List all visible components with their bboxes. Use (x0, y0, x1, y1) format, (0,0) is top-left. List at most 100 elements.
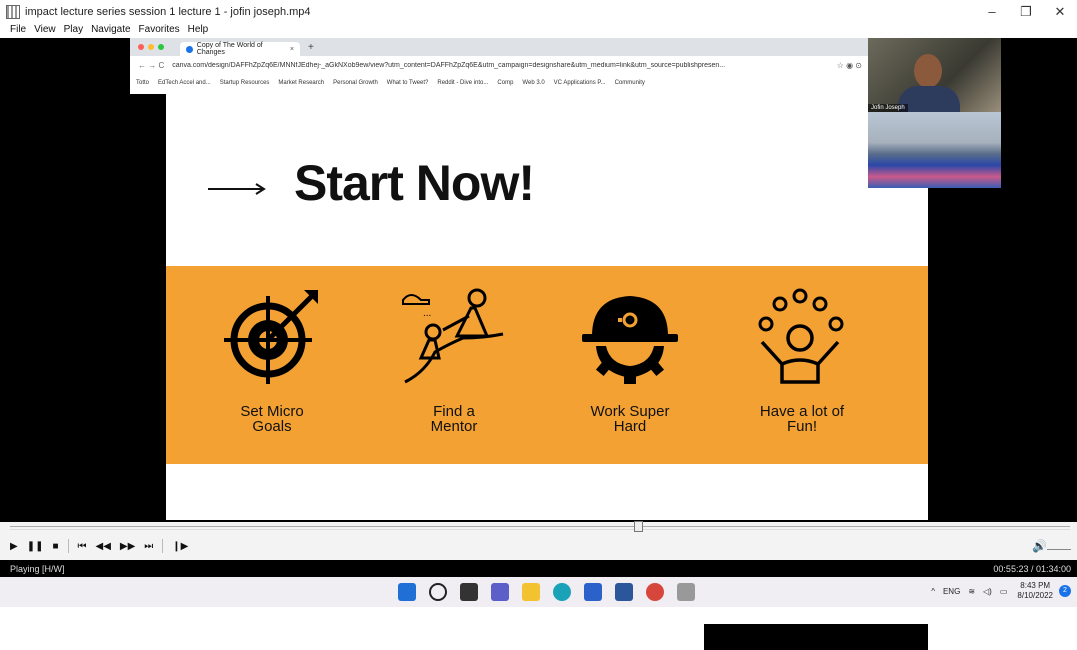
windows-taskbar: ^ ENG ≋ ◁) ▭ 8:43 PM 8/10/2022 2 (0, 577, 1077, 607)
start-icon[interactable] (398, 583, 416, 601)
system-tray: ^ ENG ≋ ◁) ▭ 8:43 PM 8/10/2022 2 (923, 581, 1071, 601)
seek-bar[interactable] (10, 521, 1070, 532)
bookmark: EdTech Accel and... (158, 80, 211, 86)
tab-close-icon: × (289, 45, 294, 53)
tab-title: Copy of The World of Changes (196, 42, 263, 56)
menu-help[interactable]: Help (188, 24, 209, 38)
bookmark: Market Research (278, 80, 325, 86)
playback-status: Playing [H/W] (10, 563, 65, 574)
next-button[interactable]: ⏭ (144, 541, 153, 552)
extension-icons: ☆ ◉ ⊙ (836, 61, 862, 70)
language-indicator[interactable]: ENG (943, 587, 960, 596)
task-view-icon[interactable] (460, 583, 478, 601)
tray-expand-icon[interactable]: ^ (931, 587, 935, 596)
video-area[interactable]: Copy of The World of Changes × + ← → C c… (0, 38, 1077, 650)
orange-band: Set Micro Goals ... Find a Mentor Work S… (166, 266, 928, 650)
slide-title: Start Now! (294, 155, 535, 211)
dark-bar-decoration (704, 624, 928, 650)
target-icon (224, 290, 318, 384)
shared-browser-window: Copy of The World of Changes × + ← → C c… (130, 38, 870, 94)
address-bar: ← → C canva.com/design/DAFFhZpZq6E/MNNfJ… (130, 56, 870, 75)
bookmark: Comp (497, 80, 514, 86)
status-bar: Playing [H/W] 00:55:23 / 01:34:00 (0, 560, 1077, 577)
frame-step-button[interactable]: ❙▶ (172, 541, 188, 552)
browser-nav-icons: ← → C (138, 61, 165, 70)
search-icon[interactable] (429, 583, 447, 601)
item-label-line1: Set Micro (240, 403, 304, 420)
rewind-button[interactable]: ◀◀ (96, 541, 111, 552)
menu-file[interactable]: File (10, 24, 26, 38)
playback-buttons: ▶ ❚❚ ■ ⏮ ◀◀ ▶▶ ⏭ ❙▶ (10, 539, 197, 553)
clock-time: 8:43 PM (1020, 581, 1051, 590)
item-work-hard: Work Super Hard (560, 286, 700, 434)
chat-icon[interactable] (491, 583, 509, 601)
item-have-fun: Have a lot of Fun! (732, 286, 872, 434)
helmet-gear-icon (582, 296, 678, 384)
chrome-icon[interactable] (646, 583, 664, 601)
item-micro-goals: Set Micro Goals (202, 286, 342, 434)
browser-tab: Copy of The World of Changes × (180, 42, 300, 56)
url-text: canva.com/design/DAFFhZpZq6E/MNNfJEdhej-… (172, 62, 726, 69)
bookmark: Personal Growth (333, 80, 378, 86)
item-label-line2: Fun! (786, 418, 817, 435)
chrome-icon (186, 45, 193, 53)
menu-view[interactable]: View (34, 24, 56, 38)
arrow-right-icon (208, 183, 266, 195)
menu-play[interactable]: Play (64, 24, 83, 38)
item-label-line2: Goals (252, 418, 292, 435)
item-label-line2: Mentor (430, 418, 478, 435)
media-player-icon[interactable] (677, 583, 695, 601)
stop-button[interactable]: ■ (52, 541, 58, 552)
menu-bar: File View Play Navigate Favorites Help (0, 24, 216, 38)
fast-forward-button[interactable]: ▶▶ (120, 541, 135, 552)
wifi-icon[interactable]: ≋ (968, 587, 975, 596)
pause-button[interactable]: ❚❚ (27, 541, 44, 552)
bookmark: What to Tweet? (386, 80, 429, 86)
item-label-line1: Work Super (590, 403, 670, 420)
battery-icon[interactable]: ▭ (1000, 587, 1008, 596)
bookmark: Totto (136, 80, 150, 86)
window-controls: – ❐ ✕ (975, 0, 1077, 24)
svg-text:...: ... (423, 308, 431, 319)
window-title: impact lecture series session 1 lecture … (25, 6, 311, 18)
audience-webcam (868, 112, 1001, 188)
presentation-slide: Start Now! Set Micro Goals ... Find a Me… (130, 94, 963, 650)
bookmark: Startup Resources (219, 80, 270, 86)
item-label-line1: Have a lot of (759, 403, 845, 420)
title-bar: impact lecture series session 1 lecture … (0, 0, 1077, 24)
previous-button[interactable]: ⏮ (78, 541, 87, 552)
volume-slider[interactable] (1047, 542, 1071, 550)
store-icon[interactable] (584, 583, 602, 601)
separator (67, 539, 69, 553)
item-label-line1: Find a (433, 403, 475, 420)
time-readout: 00:55:23 / 01:34:00 (993, 563, 1071, 574)
close-button[interactable]: ✕ (1043, 0, 1077, 24)
bookmark: Reddit - Dive into... (437, 80, 489, 86)
item-label-line2: Hard (613, 418, 647, 435)
maximize-button[interactable]: ❐ (1009, 0, 1043, 24)
seek-thumb[interactable] (634, 521, 643, 532)
slide-canvas: Start Now! Set Micro Goals ... Find a Me… (166, 94, 928, 650)
bookmark: VC Applications P... (553, 80, 606, 86)
word-icon[interactable] (615, 583, 633, 601)
volume-icon[interactable]: 🔊 (1032, 539, 1047, 553)
play-button[interactable]: ▶ (10, 541, 18, 552)
minimize-button[interactable]: – (975, 0, 1009, 24)
player-controls: ▶ ❚❚ ■ ⏮ ◀◀ ▶▶ ⏭ ❙▶ 🔊 (0, 521, 1077, 560)
speaker-icon[interactable]: ◁) (983, 587, 992, 596)
file-explorer-icon[interactable] (522, 583, 540, 601)
menu-favorites[interactable]: Favorites (139, 24, 180, 38)
speaker-name: Jofin Joseph (868, 104, 908, 112)
clock-date: 8/10/2022 (1017, 591, 1053, 600)
new-tab-icon: + (308, 41, 314, 53)
mac-window-dots (138, 44, 168, 50)
juggling-person-icon (758, 288, 844, 384)
bookmark: Web 3.0 (522, 80, 545, 86)
speaker-webcam: Jofin Joseph (868, 38, 1001, 112)
bookmark: Community (614, 80, 645, 86)
notification-badge[interactable]: 2 (1059, 585, 1071, 597)
menu-navigate[interactable]: Navigate (91, 24, 130, 38)
clock[interactable]: 8:43 PM 8/10/2022 (1017, 581, 1053, 601)
climbing-help-icon: ... (402, 288, 504, 384)
edge-icon[interactable] (553, 583, 571, 601)
